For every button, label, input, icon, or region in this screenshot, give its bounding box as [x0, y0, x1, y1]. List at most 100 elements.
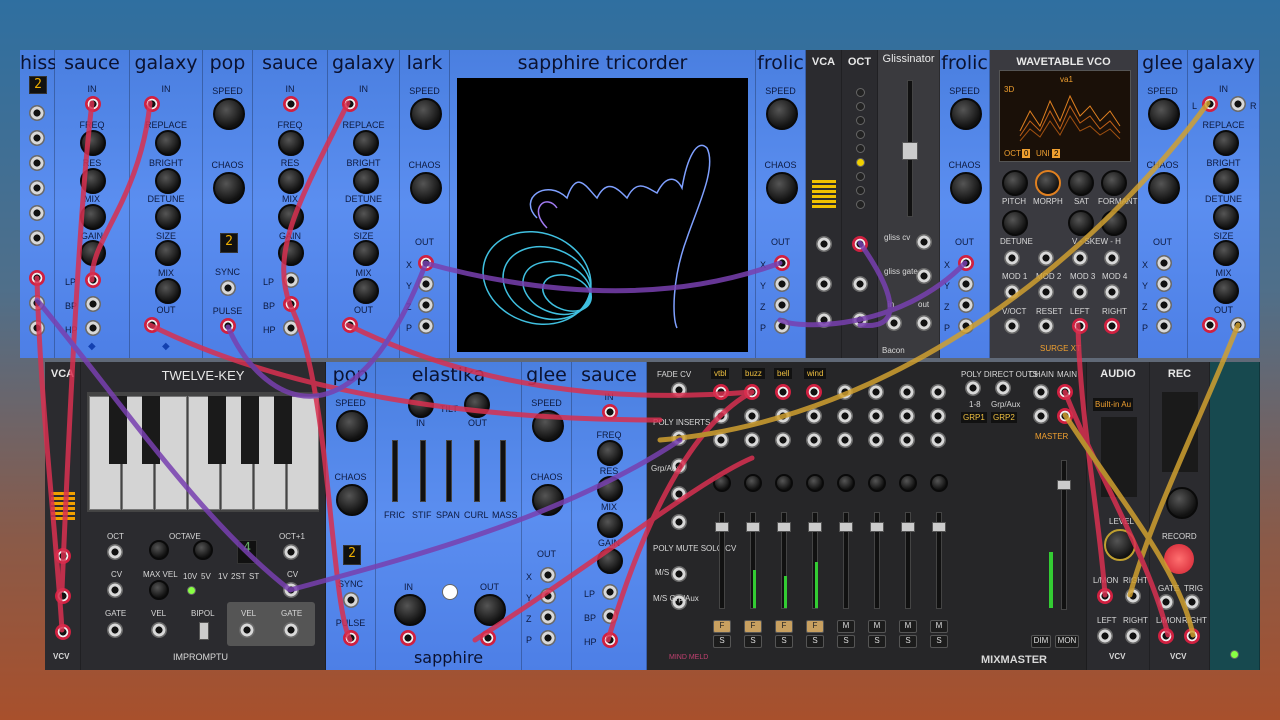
mod-4-out-jack[interactable]	[1104, 284, 1120, 300]
black-key[interactable]	[274, 396, 292, 464]
channel-vol-cv-jack[interactable]	[713, 432, 729, 448]
insert-jack[interactable]	[671, 514, 687, 530]
chain-jack[interactable]	[1033, 384, 1049, 400]
channel-vol-cv-jack[interactable]	[837, 432, 853, 448]
channel-right-jack[interactable]	[775, 408, 791, 424]
z-jack[interactable]	[958, 297, 974, 313]
pan-knob[interactable]	[806, 474, 824, 492]
rec-right-jack[interactable]	[1184, 628, 1200, 644]
out-jack[interactable]	[816, 312, 832, 328]
pan-knob[interactable]	[899, 474, 917, 492]
in-jack[interactable]	[816, 276, 832, 292]
audio-out-left-jack[interactable]	[1097, 628, 1113, 644]
oct-value[interactable]: 0	[1022, 149, 1031, 158]
in-jack[interactable]	[602, 404, 618, 420]
in-right-jack[interactable]	[1230, 96, 1246, 112]
formant-knob[interactable]	[1101, 170, 1127, 196]
chain-jack[interactable]	[1033, 408, 1049, 424]
output-jack[interactable]	[29, 180, 45, 196]
channel-right-jack[interactable]	[806, 408, 822, 424]
vel-out-jack[interactable]	[239, 622, 255, 638]
channel-in-jack[interactable]	[837, 384, 853, 400]
oct-in-jack[interactable]	[852, 236, 868, 252]
size-knob[interactable]	[353, 240, 379, 266]
pan-knob[interactable]	[744, 474, 762, 492]
pan-knob[interactable]	[837, 474, 855, 492]
hp-jack[interactable]	[602, 632, 618, 648]
channel-label-3[interactable]: bell	[774, 368, 793, 379]
mod-2-out-jack[interactable]	[1038, 284, 1054, 300]
out-jack[interactable]	[480, 630, 496, 646]
trig-jack[interactable]	[1184, 594, 1200, 610]
res-knob[interactable]	[597, 476, 623, 502]
pitch-knob[interactable]	[1002, 170, 1028, 196]
bp-jack[interactable]	[602, 608, 618, 624]
x-jack[interactable]	[958, 255, 974, 271]
x-jack[interactable]	[774, 255, 790, 271]
channel-in-jack[interactable]	[775, 384, 791, 400]
range-5v[interactable]: 5V	[201, 572, 211, 581]
right-out-jack[interactable]	[1104, 318, 1120, 334]
grp2-label[interactable]: GRP2	[991, 412, 1017, 423]
replace-knob[interactable]	[155, 130, 181, 156]
audio-out-right-jack[interactable]	[1125, 628, 1141, 644]
sat-knob[interactable]	[1068, 170, 1094, 196]
gliss-cv-jack[interactable]	[916, 234, 932, 250]
mix-knob[interactable]	[1213, 278, 1239, 304]
detune-knob[interactable]	[1213, 204, 1239, 230]
audio-in-left-jack[interactable]	[1097, 588, 1113, 604]
out-jack[interactable]	[852, 312, 868, 328]
lp-jack[interactable]	[602, 584, 618, 600]
output-jack[interactable]	[29, 295, 45, 311]
fade-button[interactable]: F	[806, 620, 824, 633]
mute-button[interactable]: M	[899, 620, 917, 633]
chaos-knob[interactable]	[1148, 172, 1180, 204]
out-knob[interactable]	[474, 594, 506, 626]
speed-knob[interactable]	[950, 98, 982, 130]
dim-button[interactable]: DIM	[1031, 635, 1051, 648]
cv-jack[interactable]	[816, 236, 832, 252]
res-knob[interactable]	[80, 168, 106, 194]
octave-down-button[interactable]	[149, 540, 169, 560]
reset-jack[interactable]	[1038, 318, 1054, 334]
solo-button[interactable]: S	[930, 635, 948, 648]
mix-knob[interactable]	[278, 204, 304, 230]
in-jack[interactable]	[85, 96, 101, 112]
fade-button[interactable]: F	[775, 620, 793, 633]
channel-label-1[interactable]: vtbl	[711, 368, 730, 379]
channel-vol-cv-jack[interactable]	[744, 432, 760, 448]
channel-fader[interactable]	[777, 522, 791, 532]
fric-slider[interactable]	[392, 440, 398, 502]
p-jack[interactable]	[774, 318, 790, 334]
black-key[interactable]	[208, 396, 226, 464]
gliss-in-jack[interactable]	[886, 315, 902, 331]
channel-fader[interactable]	[870, 522, 884, 532]
skew-v-knob[interactable]	[1068, 210, 1094, 236]
in-jack[interactable]	[400, 630, 416, 646]
res-knob[interactable]	[278, 168, 304, 194]
chaos-knob[interactable]	[766, 172, 798, 204]
gliss-out-jack[interactable]	[916, 315, 932, 331]
cv-jack[interactable]	[55, 548, 71, 564]
black-key[interactable]	[241, 396, 259, 464]
channel-label-2[interactable]: buzz	[742, 368, 765, 379]
solo-button[interactable]: S	[744, 635, 762, 648]
hp-jack[interactable]	[85, 320, 101, 336]
channel-right-jack[interactable]	[899, 408, 915, 424]
out-jack[interactable]	[144, 317, 160, 333]
speed-knob[interactable]	[766, 98, 798, 130]
speed-knob[interactable]	[1148, 98, 1180, 130]
mute-button[interactable]: M	[868, 620, 886, 633]
insert-jack[interactable]	[671, 486, 687, 502]
freq-knob[interactable]	[278, 130, 304, 156]
grp1-label[interactable]: GRP1	[961, 412, 987, 423]
solo-button[interactable]: S	[806, 635, 824, 648]
x-jack[interactable]	[540, 567, 556, 583]
channel-in-jack[interactable]	[744, 384, 760, 400]
oct-plus-one-jack[interactable]	[283, 544, 299, 560]
channel-in-jack[interactable]	[806, 384, 822, 400]
direct-out-grp-jack[interactable]	[995, 380, 1011, 396]
replace-knob[interactable]	[353, 130, 379, 156]
chaos-knob[interactable]	[532, 484, 564, 516]
channel-vol-cv-jack[interactable]	[930, 432, 946, 448]
